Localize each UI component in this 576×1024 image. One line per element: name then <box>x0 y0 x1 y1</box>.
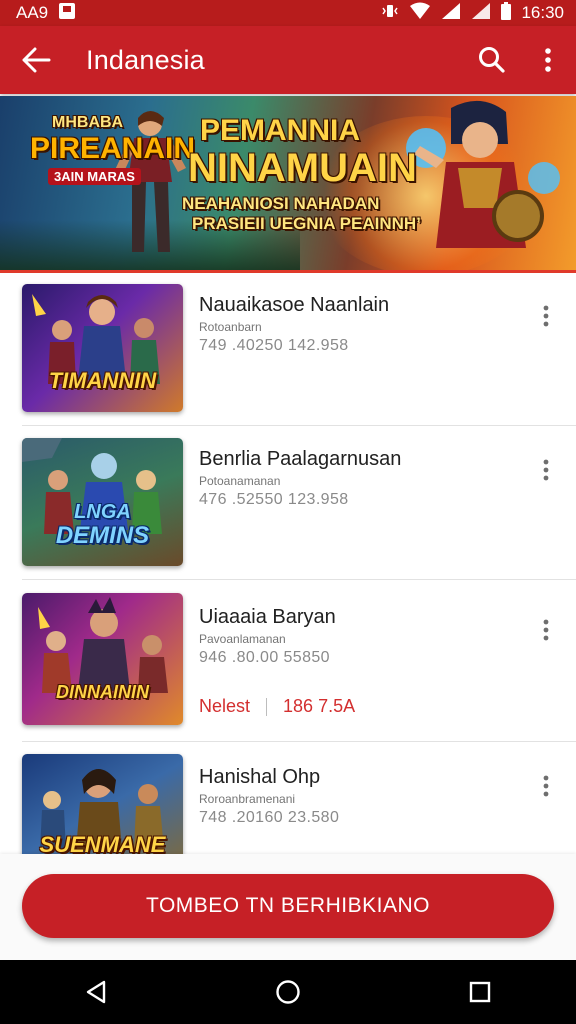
game-count: 186 7.5A <box>283 696 356 716</box>
item-more-button[interactable] <box>534 456 558 484</box>
overflow-menu-button[interactable] <box>520 26 576 94</box>
back-button[interactable] <box>0 26 72 94</box>
thumb-label: DEMINS <box>55 522 150 549</box>
list-item[interactable]: LNGA DEMINS Benrlia Paalagarnusan Potoan… <box>0 426 576 580</box>
game-stats: 748 .20160 23.580 <box>199 809 340 826</box>
thumb-label: TIMANNIN <box>48 368 157 393</box>
more-vert-icon <box>543 775 549 797</box>
list-item[interactable]: TIMANNIN Nauaikasoe Naanlain Rotoanbarn … <box>0 272 576 426</box>
banner-left-sub: 3AIN MARAS <box>48 168 141 185</box>
page-title: Indanesia <box>86 44 205 75</box>
game-subtitle: Potoanamanan <box>199 474 281 488</box>
game-title: Hanishal Ohp <box>199 766 321 788</box>
nav-recents-icon <box>469 981 491 1003</box>
search-button[interactable] <box>464 26 520 94</box>
banner-hero-right-image <box>406 100 560 248</box>
game-title: Nauaikasoe Naanlain <box>199 294 390 316</box>
search-icon <box>479 47 505 73</box>
banner-subline-2: PRASIEII UEGNIA PEAINNH’ <box>192 214 421 233</box>
wifi-icon <box>409 2 431 25</box>
game-thumbnail: TIMANNIN <box>22 284 183 412</box>
game-thumbnail: DINNAININ <box>22 593 183 725</box>
list-item[interactable]: DINNAININ Uiaaaia Baryan Pavoanlamanan 9… <box>0 580 576 742</box>
more-vert-icon <box>545 48 551 72</box>
item-more-button[interactable] <box>534 302 558 330</box>
game-subtitle: Roroanbramenani <box>199 792 296 806</box>
app-bar: Indanesia <box>0 26 576 94</box>
thumb-label: SUENMANE <box>39 832 166 854</box>
game-stats: 476 .52550 123.958 <box>199 491 349 508</box>
vibrate-icon <box>381 2 399 25</box>
thumb-label-top: LNGA <box>74 501 131 523</box>
signal-icon <box>441 2 461 25</box>
promo-banner[interactable]: MHBABA PIREANAIN 3AIN MARAS PEMANNIA NIN… <box>0 96 576 273</box>
more-vert-icon <box>543 305 549 327</box>
separator <box>266 697 268 716</box>
primary-cta-button[interactable]: TOMBEO TN BERHIBKIANO <box>22 874 554 938</box>
banner-left-small-text: MHBABA <box>52 114 124 131</box>
notification-icon <box>58 2 76 25</box>
game-stats: 749 .40250 142.958 <box>199 337 349 354</box>
nav-home-icon <box>276 980 300 1004</box>
game-stats: 946 .80.00 55850 <box>199 649 330 666</box>
nav-back-button[interactable] <box>61 960 131 1024</box>
arrow-back-icon <box>22 47 51 73</box>
nav-home-button[interactable] <box>253 960 323 1024</box>
more-vert-icon <box>543 619 549 641</box>
nav-back-icon <box>86 980 106 1004</box>
signal-icon-2 <box>471 2 491 25</box>
banner-headline-1: PEMANNIA <box>200 114 361 147</box>
banner-subline-1: NEAHANIOSI NAHADAN <box>182 194 380 213</box>
game-thumbnail: SUENMANE <box>22 754 183 854</box>
more-vert-icon <box>543 459 549 481</box>
status-carrier-text: AA9 <box>16 3 49 22</box>
game-title: Benrlia Paalagarnusan <box>199 448 402 470</box>
game-subtitle: Pavoanlamanan <box>199 632 286 646</box>
status-bar: AA9 16:30 <box>0 0 576 26</box>
item-more-button[interactable] <box>534 616 558 644</box>
game-extra-info: Nelest 186 7.5A <box>199 696 355 717</box>
game-thumbnail: LNGA DEMINS <box>22 438 183 566</box>
nav-recents-button[interactable] <box>445 960 515 1024</box>
status-time: 16:30 <box>521 3 564 22</box>
game-status: Nelest <box>199 696 251 716</box>
banner-left-title: PIREANAIN <box>30 132 196 165</box>
battery-icon <box>501 1 512 25</box>
banner-headline-2: NINAMUAIN <box>188 146 417 190</box>
game-subtitle: Rotoanbarn <box>199 320 262 334</box>
item-more-button[interactable] <box>534 772 558 800</box>
list-item[interactable]: SUENMANE Hanishal Ohp Roroanbramenani 74… <box>0 742 576 854</box>
bottom-action-area: TOMBEO TN BERHIBKIANO <box>0 854 576 960</box>
game-title: Uiaaaia Baryan <box>199 606 336 628</box>
thumb-label: DINNAININ <box>56 682 149 702</box>
system-nav-bar <box>0 960 576 1024</box>
